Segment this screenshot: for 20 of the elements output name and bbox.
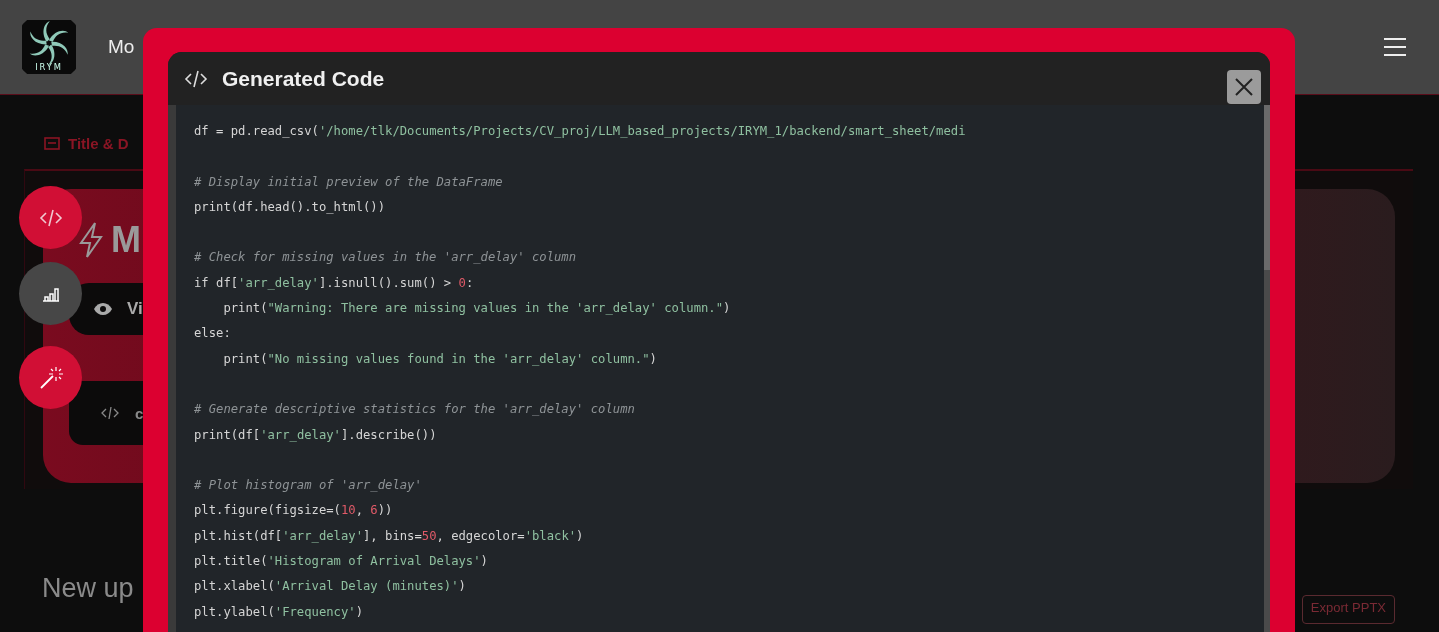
code-line: print(df.head().to_html()) [194,198,387,216]
code-line: plt.ylabel('Frequency') [194,603,364,621]
code-line: if df['arr_delay'].isnull().sum() > 0: [194,274,475,292]
hero-title: M [111,219,141,261]
code-line: # Display initial preview of the DataFrame [194,173,504,191]
code-line: plt.xlabel('Arrival Delay (minutes)') [194,578,467,596]
code-line: # Plot histogram of 'arr_delay' [194,477,423,495]
code-line: print("Warning: There are missing values in the 'arr_delay' column.") [222,300,732,318]
code-line: print("No missing values found in the 'arr_delay' column.") [222,350,658,368]
section-title: New up [42,573,134,604]
code-line: # Generate descriptive statistics for the 'arr_delay' column [194,401,636,419]
code-line: df = pd.read_csv('/home/tlk/Documents/Projects/CV_proj/LLM_based_projects/IRYM_1/backend/smart_sheet/medi [194,123,967,140]
code-line: plt.figure(figsize=(10, 6)) [194,502,394,520]
code-line: else: [194,325,232,343]
code-line: print(df['arr_delay'].describe()) [194,426,438,444]
code-label: c [135,404,144,422]
modal-title: Generated Code [222,66,386,91]
code-line: # Check for missing values in the 'arr_delay' column [194,249,578,267]
code-line: plt.title('Histogram of Arrival Delays') [194,553,489,571]
code-line: plt.hist(df['arr_delay'], bins=50, edgecolor='black') [194,527,585,545]
